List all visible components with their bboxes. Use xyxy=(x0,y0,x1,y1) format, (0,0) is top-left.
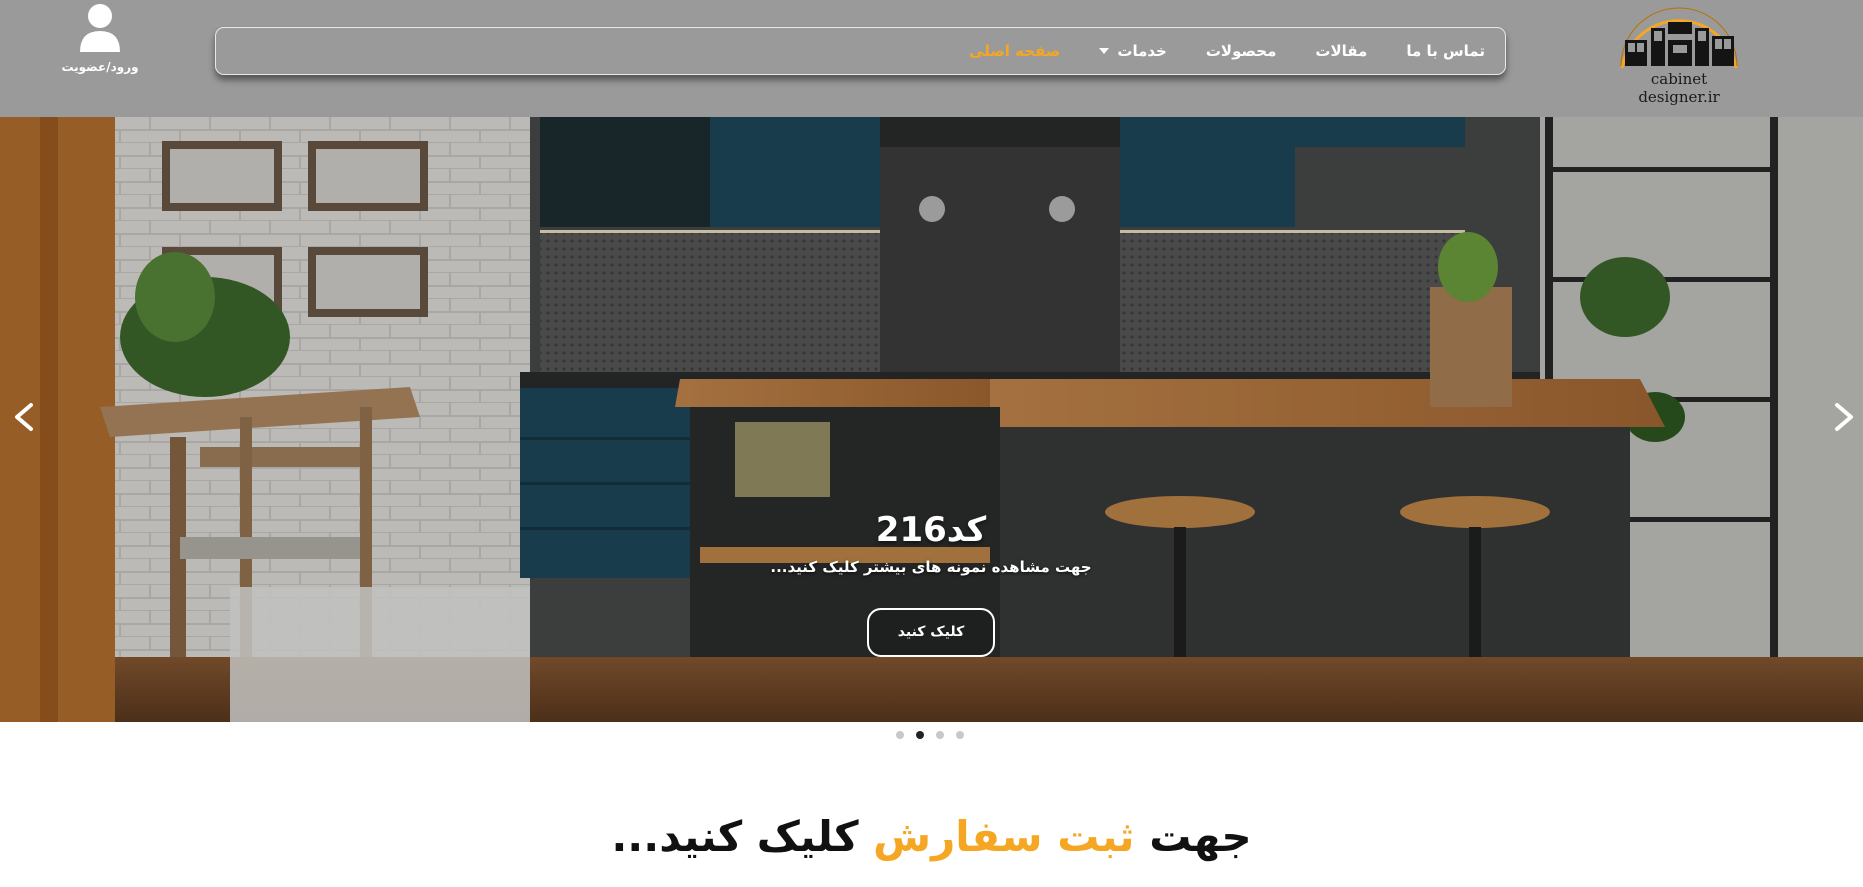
nav-item-contact[interactable]: تماس با ما xyxy=(1406,42,1485,60)
login-register-label: ورود/عضویت xyxy=(61,60,139,74)
nav-item-products[interactable]: محصولات xyxy=(1206,42,1277,60)
cta-highlight: ثبت سفارش xyxy=(873,812,1135,861)
nav-item-articles[interactable]: مقالات xyxy=(1315,42,1367,60)
slide-click-button[interactable]: کلیک کنید xyxy=(867,608,995,657)
slider-dot[interactable] xyxy=(896,731,904,739)
cta-text-start: جهت xyxy=(1134,812,1252,861)
site-logo[interactable]: cabinet designer.ir xyxy=(1609,0,1749,106)
login-register-link[interactable]: ورود/عضویت xyxy=(55,2,145,74)
cta-text-end: کلیک کنید... xyxy=(611,812,874,861)
slide-title: کد216 xyxy=(875,510,987,550)
site-header: ورود/عضویت صفحه اصلی خدمات محصولات مقالا… xyxy=(0,0,1863,117)
chevron-left-icon[interactable] xyxy=(5,397,45,437)
slide-subtitle: جهت مشاهده نمونه های بیشتر کلیک کنید... xyxy=(770,558,1092,576)
main-navigation: صفحه اصلی خدمات محصولات مقالات تماس با م… xyxy=(215,27,1506,75)
logo-text: cabinet designer.ir xyxy=(1638,70,1720,106)
chevron-down-icon xyxy=(1099,48,1110,54)
chevron-right-icon[interactable] xyxy=(1823,397,1863,437)
nav-item-services[interactable]: خدمات xyxy=(1099,41,1167,60)
slider-pagination xyxy=(896,731,964,739)
slider-dot-active[interactable] xyxy=(916,731,924,739)
slider-dot[interactable] xyxy=(956,731,964,739)
slide-caption: کد216 جهت مشاهده نمونه های بیشتر کلیک کن… xyxy=(731,510,1131,657)
slider-dot[interactable] xyxy=(936,731,944,739)
user-icon xyxy=(80,4,120,52)
order-cta-heading[interactable]: جهت ثبت سفارش کلیک کنید... xyxy=(0,812,1863,861)
nav-item-home[interactable]: صفحه اصلی xyxy=(969,42,1060,60)
nav-item-services-label: خدمات xyxy=(1117,41,1167,60)
hero-slider: کد216 جهت مشاهده نمونه های بیشتر کلیک کن… xyxy=(0,117,1863,722)
cabinet-logo-icon xyxy=(1620,7,1738,69)
